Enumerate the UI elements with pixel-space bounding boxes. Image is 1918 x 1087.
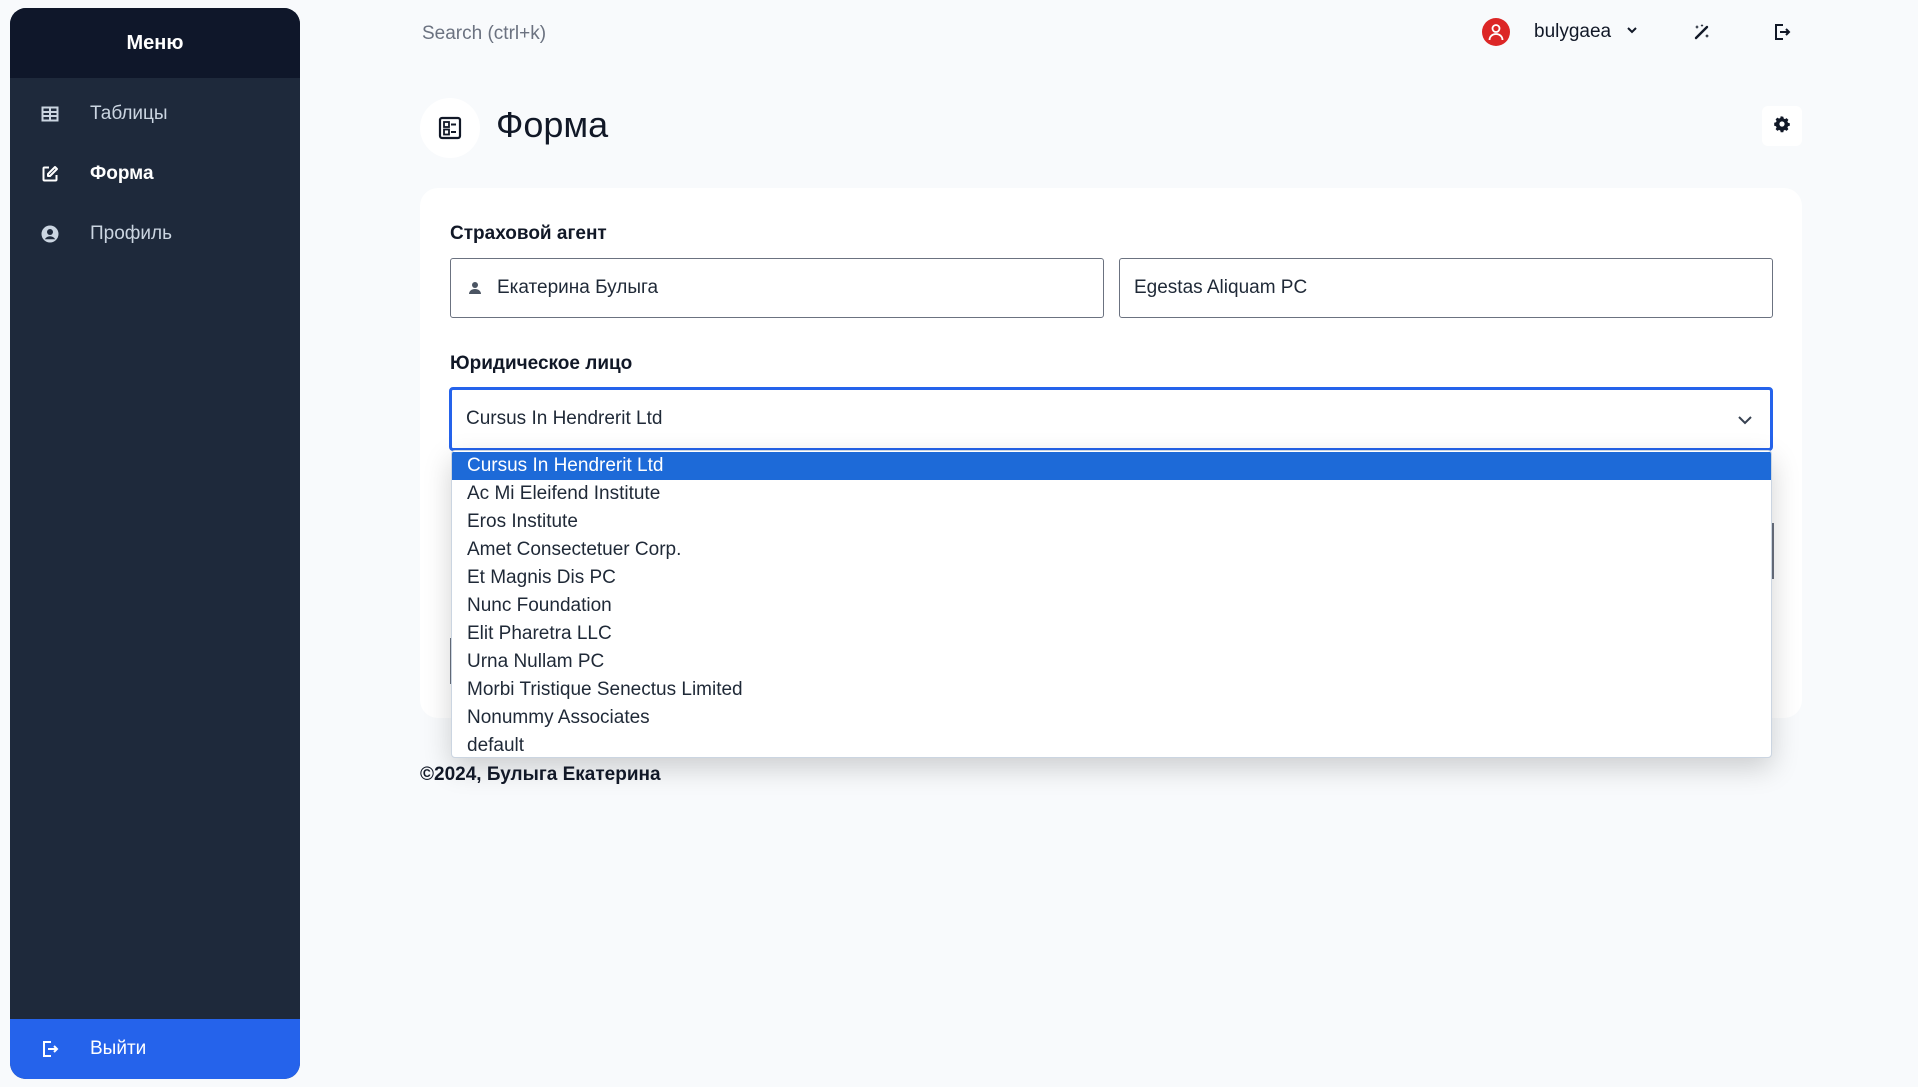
sidebar-item-label: Таблицы bbox=[90, 103, 168, 124]
logout-icon bbox=[40, 1039, 60, 1059]
user-icon bbox=[467, 280, 483, 296]
table-icon bbox=[40, 104, 60, 124]
chevron-down-icon bbox=[1734, 409, 1756, 431]
chevron-down-icon bbox=[1625, 23, 1639, 42]
topbar: bulygaea bbox=[420, 14, 1800, 54]
footer-copyright: ©2024, Булыга Екатерина bbox=[420, 764, 661, 785]
dropdown-option[interactable]: Cursus In Hendrerit Ltd bbox=[452, 452, 1771, 480]
form-icon bbox=[420, 98, 480, 158]
dropdown-option[interactable]: Urna Nullam PC bbox=[452, 648, 1771, 676]
dropdown-option[interactable]: Morbi Tristique Senectus Limited bbox=[452, 676, 1771, 704]
sidebar-item-profile[interactable]: Профиль bbox=[10, 204, 300, 264]
search-input[interactable] bbox=[420, 14, 780, 54]
agent-company-value: Egestas Aliquam PC bbox=[1134, 277, 1308, 298]
sidebar-title: Меню bbox=[10, 8, 300, 78]
dropdown-option[interactable]: Ac Mi Eleifend Institute bbox=[452, 480, 1771, 508]
dropdown-option[interactable]: Et Magnis Dis PC bbox=[452, 564, 1771, 592]
edit-icon bbox=[40, 164, 60, 184]
sidebar-item-label: Профиль bbox=[90, 223, 173, 244]
legal-entity-select[interactable]: Cursus In Hendrerit Ltd bbox=[449, 387, 1773, 451]
sidebar: Меню Таблицы Форма Профиль Выйти bbox=[10, 8, 300, 1079]
avatar bbox=[1482, 18, 1510, 46]
dropdown-option[interactable]: Nunc Foundation bbox=[452, 592, 1771, 620]
dropdown-option[interactable]: Nonummy Associates bbox=[452, 704, 1771, 732]
page-title: Форма bbox=[496, 104, 609, 145]
sidebar-item-tables[interactable]: Таблицы bbox=[10, 84, 300, 144]
dropdown-option[interactable]: Amet Consectetuer Corp. bbox=[452, 536, 1771, 564]
logout-icon bbox=[1773, 23, 1791, 46]
agent-company-field[interactable]: Egestas Aliquam PC bbox=[1119, 258, 1773, 318]
sidebar-item-form[interactable]: Форма bbox=[10, 144, 300, 204]
topbar-logout-button[interactable] bbox=[1766, 18, 1798, 50]
sidebar-item-label: Форма bbox=[90, 163, 154, 184]
gear-icon bbox=[1773, 115, 1791, 138]
dropdown-option[interactable]: default bbox=[452, 732, 1771, 757]
agent-name-field[interactable]: Екатерина Булыга bbox=[450, 258, 1104, 318]
username: bulygaea bbox=[1534, 21, 1612, 42]
legal-entity-value: Cursus In Hendrerit Ltd bbox=[466, 408, 663, 429]
legal-entity-dropdown: Cursus In Hendrerit Ltd Ac Mi Eleifend I… bbox=[451, 450, 1772, 758]
dropdown-option[interactable]: Elit Pharetra LLC bbox=[452, 620, 1771, 648]
field-edge bbox=[1772, 523, 1774, 579]
logout-button[interactable]: Выйти bbox=[10, 1019, 300, 1079]
agent-name-value: Екатерина Булыга bbox=[497, 277, 659, 298]
user-menu[interactable]: bulygaea bbox=[1482, 18, 1639, 46]
agent-label: Страховой агент bbox=[450, 223, 607, 244]
logout-label: Выйти bbox=[90, 1038, 147, 1059]
settings-button[interactable] bbox=[1762, 106, 1802, 146]
page-header: Форма bbox=[420, 96, 1802, 160]
sidebar-nav: Таблицы Форма Профиль bbox=[10, 78, 300, 264]
theme-toggle-button[interactable] bbox=[1686, 18, 1718, 50]
legal-entity-label: Юридическое лицо bbox=[450, 353, 633, 374]
dropdown-option[interactable]: Eros Institute bbox=[452, 508, 1771, 536]
user-circle-icon bbox=[40, 224, 60, 244]
magic-wand-icon bbox=[1692, 22, 1712, 47]
